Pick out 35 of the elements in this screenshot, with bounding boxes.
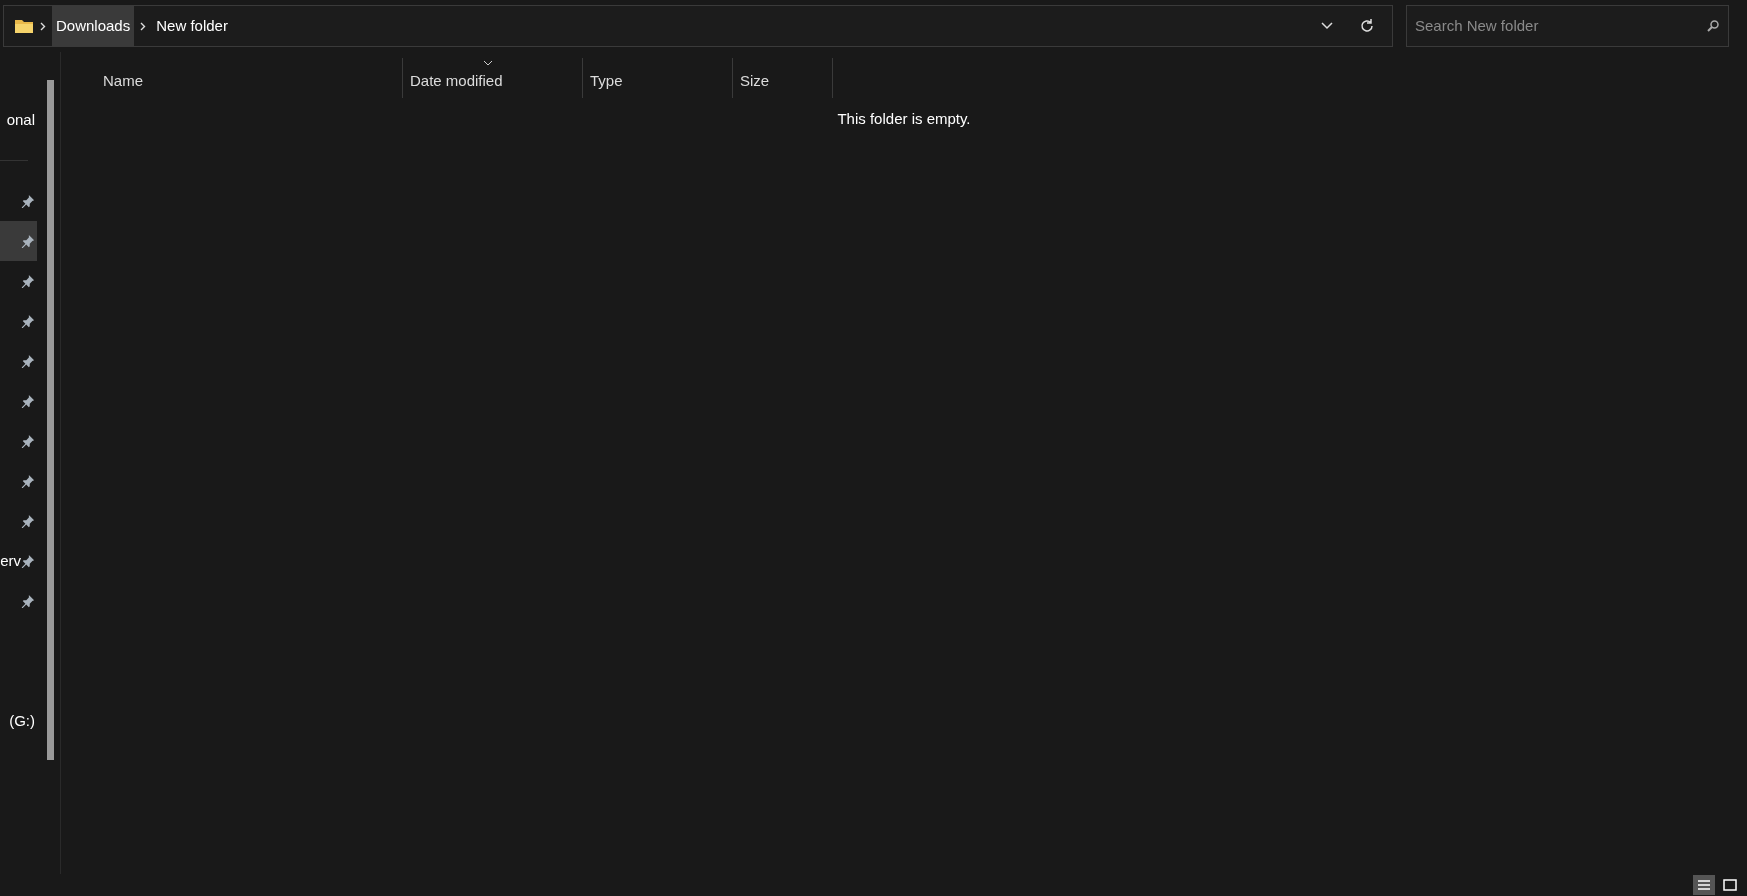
address-bar[interactable]: Downloads New folder — [3, 5, 1393, 47]
pin-icon — [21, 394, 35, 408]
tile-icon — [1723, 879, 1737, 891]
column-header[interactable]: Type — [583, 58, 733, 98]
chevron-right-icon — [40, 21, 46, 31]
pin-icon — [21, 194, 35, 208]
pin-icon — [21, 594, 35, 608]
sidebar-label: erv — [0, 550, 21, 571]
column-header[interactable]: Name — [96, 58, 403, 98]
pin-icon — [21, 554, 35, 568]
list-icon — [1697, 879, 1711, 891]
refresh-icon — [1359, 18, 1375, 34]
breadcrumb[interactable]: Downloads — [52, 6, 135, 46]
column-header[interactable]: Date modified — [403, 58, 583, 98]
pin-icon — [21, 234, 35, 248]
pin-icon — [21, 434, 35, 448]
scrollbar-thumb[interactable] — [47, 80, 54, 760]
column-header[interactable]: Size — [733, 58, 833, 98]
details-view-button[interactable] — [1693, 875, 1715, 895]
search-field[interactable]: Search New folder — [1406, 5, 1729, 47]
pin-icon — [21, 514, 35, 528]
chevron-down-icon — [1321, 22, 1333, 30]
empty-folder-message: This folder is empty. — [837, 109, 971, 129]
search-input[interactable]: Search New folder — [1415, 14, 1706, 38]
sidebar-label: onal — [6, 109, 35, 130]
chevron-right-icon — [140, 21, 147, 31]
pin-icon — [21, 314, 35, 328]
sidebar-item[interactable] — [0, 221, 37, 261]
folder-icon — [14, 18, 34, 34]
pin-icon — [21, 354, 35, 368]
search-icon — [1706, 19, 1720, 33]
pin-icon — [21, 474, 35, 488]
breadcrumb[interactable]: New folder — [152, 6, 232, 46]
pin-icon — [21, 274, 35, 288]
sidebar-label: (G:) — [9, 710, 35, 731]
